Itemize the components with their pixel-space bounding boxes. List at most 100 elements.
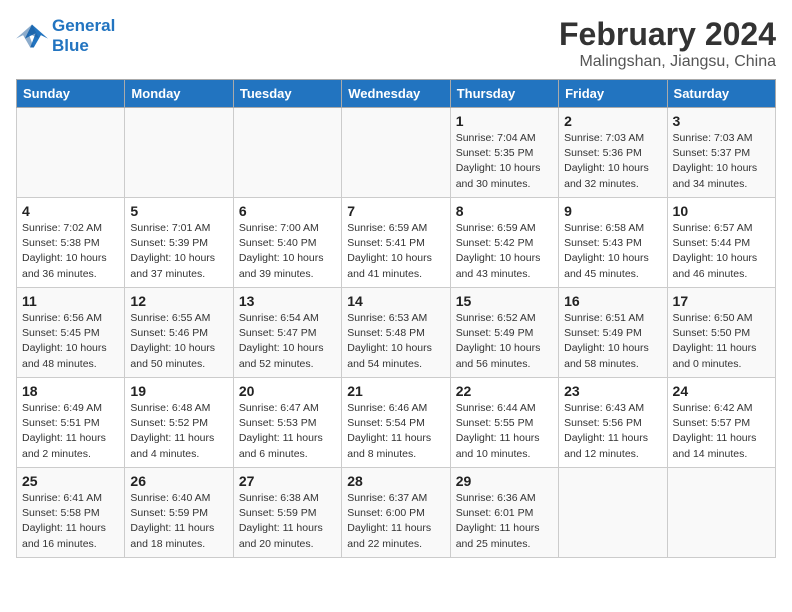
day-info: Sunrise: 6:38 AM Sunset: 5:59 PM Dayligh…	[239, 491, 336, 552]
page-subtitle: Malingshan, Jiangsu, China	[559, 53, 776, 71]
day-number: 16	[564, 293, 661, 309]
day-number: 14	[347, 293, 444, 309]
day-number: 8	[456, 203, 553, 219]
calendar-cell: 2 Sunrise: 7:03 AM Sunset: 5:36 PM Daylig…	[559, 108, 667, 198]
title-block: February 2024 Malingshan, Jiangsu, China	[559, 16, 776, 71]
day-number: 24	[673, 383, 770, 399]
day-info: Sunrise: 7:00 AM Sunset: 5:40 PM Dayligh…	[239, 221, 336, 282]
calendar-cell: 9 Sunrise: 6:58 AM Sunset: 5:43 PM Daylig…	[559, 198, 667, 288]
day-info: Sunrise: 6:40 AM Sunset: 5:59 PM Dayligh…	[130, 491, 227, 552]
calendar-cell: 1Sunrise: 7:04 AM Sunset: 5:35 PM Daylig…	[450, 108, 558, 198]
day-info: Sunrise: 6:59 AM Sunset: 5:42 PM Dayligh…	[456, 221, 553, 282]
weekday-header-thursday: Thursday	[450, 80, 558, 108]
calendar-cell: 10Sunrise: 6:57 AM Sunset: 5:44 PM Dayli…	[667, 198, 775, 288]
day-info: Sunrise: 7:01 AM Sunset: 5:39 PM Dayligh…	[130, 221, 227, 282]
calendar-cell	[125, 108, 233, 198]
day-info: Sunrise: 6:36 AM Sunset: 6:01 PM Dayligh…	[456, 491, 553, 552]
calendar-cell: 20 Sunrise: 6:47 AM Sunset: 5:53 PM Dayli…	[233, 378, 341, 468]
day-info: Sunrise: 7:02 AM Sunset: 5:38 PM Dayligh…	[22, 221, 119, 282]
day-number: 23	[564, 383, 661, 399]
day-number: 12	[130, 293, 227, 309]
day-info: Sunrise: 6:58 AM Sunset: 5:43 PM Dayligh…	[564, 221, 661, 282]
day-number: 27	[239, 473, 336, 489]
calendar-cell: 6Sunrise: 7:00 AM Sunset: 5:40 PM Daylig…	[233, 198, 341, 288]
day-info: Sunrise: 6:55 AM Sunset: 5:46 PM Dayligh…	[130, 311, 227, 372]
day-number: 2	[564, 113, 661, 129]
day-number: 26	[130, 473, 227, 489]
weekday-header-wednesday: Wednesday	[342, 80, 450, 108]
day-number: 20	[239, 383, 336, 399]
day-number: 17	[673, 293, 770, 309]
calendar-cell: 25Sunrise: 6:41 AM Sunset: 5:58 PM Dayli…	[17, 468, 125, 558]
calendar-cell: 28Sunrise: 6:37 AM Sunset: 6:00 PM Dayli…	[342, 468, 450, 558]
week-row-2: 11 Sunrise: 6:56 AM Sunset: 5:45 PM Dayli…	[17, 288, 776, 378]
day-info: Sunrise: 6:59 AM Sunset: 5:41 PM Dayligh…	[347, 221, 444, 282]
day-info: Sunrise: 6:57 AM Sunset: 5:44 PM Dayligh…	[673, 221, 770, 282]
day-info: Sunrise: 6:44 AM Sunset: 5:55 PM Dayligh…	[456, 401, 553, 462]
calendar-cell	[233, 108, 341, 198]
calendar-cell: 12 Sunrise: 6:55 AM Sunset: 5:46 PM Dayli…	[125, 288, 233, 378]
header: General Blue February 2024 Malingshan, J…	[16, 16, 776, 71]
day-info: Sunrise: 6:48 AM Sunset: 5:52 PM Dayligh…	[130, 401, 227, 462]
day-info: Sunrise: 6:47 AM Sunset: 5:53 PM Dayligh…	[239, 401, 336, 462]
day-info: Sunrise: 6:54 AM Sunset: 5:47 PM Dayligh…	[239, 311, 336, 372]
day-number: 13	[239, 293, 336, 309]
logo-bird-icon	[16, 22, 48, 50]
calendar-cell: 19 Sunrise: 6:48 AM Sunset: 5:52 PM Dayli…	[125, 378, 233, 468]
calendar-cell: 18 Sunrise: 6:49 AM Sunset: 5:51 PM Dayli…	[17, 378, 125, 468]
day-number: 18	[22, 383, 119, 399]
week-row-1: 4 Sunrise: 7:02 AM Sunset: 5:38 PM Daylig…	[17, 198, 776, 288]
calendar-table: SundayMondayTuesdayWednesdayThursdayFrid…	[16, 79, 776, 558]
day-info: Sunrise: 7:04 AM Sunset: 5:35 PM Dayligh…	[456, 131, 553, 192]
day-number: 25	[22, 473, 119, 489]
calendar-cell: 21 Sunrise: 6:46 AM Sunset: 5:54 PM Dayli…	[342, 378, 450, 468]
weekday-header-tuesday: Tuesday	[233, 80, 341, 108]
day-info: Sunrise: 6:43 AM Sunset: 5:56 PM Dayligh…	[564, 401, 661, 462]
calendar-cell	[559, 468, 667, 558]
day-number: 4	[22, 203, 119, 219]
day-number: 5	[130, 203, 227, 219]
week-row-3: 18 Sunrise: 6:49 AM Sunset: 5:51 PM Dayli…	[17, 378, 776, 468]
week-row-4: 25Sunrise: 6:41 AM Sunset: 5:58 PM Dayli…	[17, 468, 776, 558]
calendar-cell: 11 Sunrise: 6:56 AM Sunset: 5:45 PM Dayli…	[17, 288, 125, 378]
day-info: Sunrise: 6:51 AM Sunset: 5:49 PM Dayligh…	[564, 311, 661, 372]
calendar-cell: 15 Sunrise: 6:52 AM Sunset: 5:49 PM Dayli…	[450, 288, 558, 378]
calendar-cell: 7Sunrise: 6:59 AM Sunset: 5:41 PM Daylig…	[342, 198, 450, 288]
calendar-cell: 16 Sunrise: 6:51 AM Sunset: 5:49 PM Dayli…	[559, 288, 667, 378]
day-info: Sunrise: 6:46 AM Sunset: 5:54 PM Dayligh…	[347, 401, 444, 462]
calendar-cell: 29 Sunrise: 6:36 AM Sunset: 6:01 PM Dayli…	[450, 468, 558, 558]
day-info: Sunrise: 7:03 AM Sunset: 5:36 PM Dayligh…	[564, 131, 661, 192]
day-info: Sunrise: 6:49 AM Sunset: 5:51 PM Dayligh…	[22, 401, 119, 462]
day-number: 9	[564, 203, 661, 219]
calendar-cell	[667, 468, 775, 558]
calendar-cell: 13 Sunrise: 6:54 AM Sunset: 5:47 PM Dayli…	[233, 288, 341, 378]
day-number: 11	[22, 293, 119, 309]
day-info: Sunrise: 6:52 AM Sunset: 5:49 PM Dayligh…	[456, 311, 553, 372]
weekday-header-friday: Friday	[559, 80, 667, 108]
day-number: 22	[456, 383, 553, 399]
logo-text: General Blue	[52, 16, 115, 56]
day-number: 21	[347, 383, 444, 399]
weekday-header-sunday: Sunday	[17, 80, 125, 108]
calendar-cell: 27 Sunrise: 6:38 AM Sunset: 5:59 PM Dayli…	[233, 468, 341, 558]
day-info: Sunrise: 6:42 AM Sunset: 5:57 PM Dayligh…	[673, 401, 770, 462]
day-info: Sunrise: 6:56 AM Sunset: 5:45 PM Dayligh…	[22, 311, 119, 372]
day-number: 15	[456, 293, 553, 309]
page-title: February 2024	[559, 16, 776, 53]
day-info: Sunrise: 6:53 AM Sunset: 5:48 PM Dayligh…	[347, 311, 444, 372]
day-number: 3	[673, 113, 770, 129]
calendar-cell: 5 Sunrise: 7:01 AM Sunset: 5:39 PM Daylig…	[125, 198, 233, 288]
calendar-cell: 14 Sunrise: 6:53 AM Sunset: 5:48 PM Dayli…	[342, 288, 450, 378]
day-info: Sunrise: 6:50 AM Sunset: 5:50 PM Dayligh…	[673, 311, 770, 372]
calendar-cell	[342, 108, 450, 198]
calendar-cell: 17 Sunrise: 6:50 AM Sunset: 5:50 PM Dayli…	[667, 288, 775, 378]
week-row-0: 1Sunrise: 7:04 AM Sunset: 5:35 PM Daylig…	[17, 108, 776, 198]
calendar-cell: 4 Sunrise: 7:02 AM Sunset: 5:38 PM Daylig…	[17, 198, 125, 288]
calendar-cell	[17, 108, 125, 198]
day-number: 29	[456, 473, 553, 489]
day-number: 28	[347, 473, 444, 489]
day-number: 19	[130, 383, 227, 399]
calendar-cell: 23 Sunrise: 6:43 AM Sunset: 5:56 PM Dayli…	[559, 378, 667, 468]
calendar-cell: 3Sunrise: 7:03 AM Sunset: 5:37 PM Daylig…	[667, 108, 775, 198]
calendar-cell: 8 Sunrise: 6:59 AM Sunset: 5:42 PM Daylig…	[450, 198, 558, 288]
